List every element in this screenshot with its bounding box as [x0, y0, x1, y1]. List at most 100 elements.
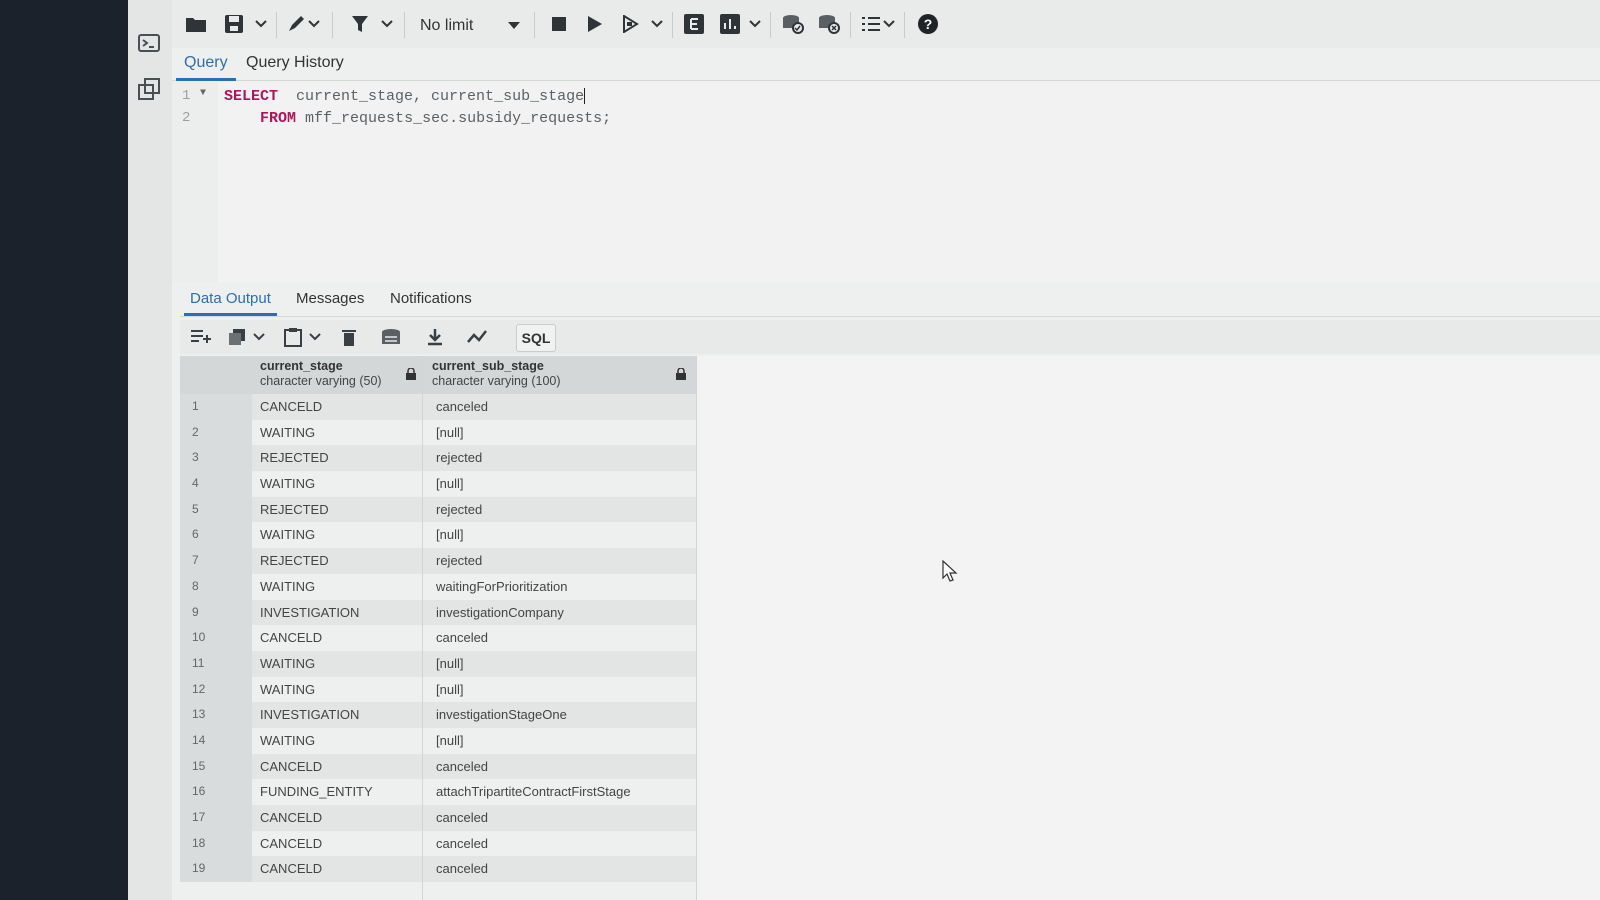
column-header-current-sub-stage[interactable]: current_sub_stage character varying (100…: [432, 356, 692, 394]
table-row[interactable]: 14 WAITING [null]: [180, 727, 696, 754]
tab-data-output[interactable]: Data Output: [184, 288, 277, 316]
cell-current-sub-stage[interactable]: rejected: [436, 548, 482, 574]
line-number: 1: [182, 88, 191, 104]
cell-current-stage[interactable]: REJECTED: [260, 497, 329, 523]
cell-current-sub-stage[interactable]: [null]: [436, 522, 463, 548]
folder-icon[interactable]: [182, 10, 210, 38]
chevron-down-icon[interactable]: [306, 324, 324, 350]
tab-query[interactable]: Query: [176, 52, 236, 81]
cell-current-sub-stage[interactable]: waitingForPrioritization: [436, 574, 568, 600]
cell-current-sub-stage[interactable]: [null]: [436, 728, 463, 754]
chevron-down-icon[interactable]: [648, 10, 666, 38]
table-row[interactable]: 9 INVESTIGATION investigationCompany: [180, 599, 696, 626]
cell-current-stage[interactable]: CANCELD: [260, 831, 322, 857]
table-row[interactable]: 7 REJECTED rejected: [180, 548, 696, 574]
cell-current-sub-stage[interactable]: canceled: [436, 754, 488, 780]
table-row[interactable]: 10 CANCELD canceled: [180, 625, 696, 651]
cell-current-sub-stage[interactable]: [null]: [436, 651, 463, 677]
rollback-icon[interactable]: [814, 10, 844, 38]
chevron-down-icon[interactable]: [252, 10, 270, 38]
cell-current-sub-stage[interactable]: canceled: [436, 805, 488, 831]
cell-current-stage[interactable]: WAITING: [260, 420, 315, 446]
table-row[interactable]: 11 WAITING [null]: [180, 650, 696, 677]
play-icon[interactable]: [582, 10, 608, 38]
cell-current-sub-stage[interactable]: investigationCompany: [436, 600, 564, 626]
table-row[interactable]: 2 WAITING [null]: [180, 419, 696, 446]
cell-current-sub-stage[interactable]: investigationStageOne: [436, 702, 567, 728]
table-row[interactable]: 1 CANCELD canceled: [180, 394, 696, 420]
commit-icon[interactable]: [778, 10, 808, 38]
sql-button[interactable]: SQL: [516, 324, 556, 352]
cell-current-stage[interactable]: WAITING: [260, 728, 315, 754]
help-icon[interactable]: ?: [914, 10, 942, 38]
table-row[interactable]: 18 CANCELD canceled: [180, 830, 696, 857]
table-row[interactable]: 12 WAITING [null]: [180, 676, 696, 703]
tab-notifications[interactable]: Notifications: [384, 288, 478, 313]
delete-icon[interactable]: [334, 324, 364, 350]
play-step-icon[interactable]: [618, 10, 644, 38]
table-row[interactable]: 15 CANCELD canceled: [180, 753, 696, 780]
copy-window-icon[interactable]: [136, 78, 162, 100]
graph-icon[interactable]: [462, 324, 492, 350]
cell-current-sub-stage[interactable]: [null]: [436, 677, 463, 703]
cell-current-stage[interactable]: FUNDING_ENTITY: [260, 779, 373, 805]
row-limit-select[interactable]: No limit: [420, 14, 520, 38]
fold-chevron-icon[interactable]: ▼: [200, 88, 206, 99]
explain-analyze-icon[interactable]: [716, 10, 744, 38]
cell-current-sub-stage[interactable]: attachTripartiteContractFirstStage: [436, 779, 631, 805]
cell-current-stage[interactable]: REJECTED: [260, 445, 329, 471]
table-row[interactable]: 6 WAITING [null]: [180, 522, 696, 549]
cell-current-sub-stage[interactable]: canceled: [436, 394, 488, 420]
cell-current-stage[interactable]: WAITING: [260, 574, 315, 600]
cell-current-sub-stage[interactable]: canceled: [436, 856, 488, 882]
cell-current-stage[interactable]: INVESTIGATION: [260, 600, 359, 626]
table-row[interactable]: 19 CANCELD canceled: [180, 856, 696, 883]
table-row[interactable]: 3 REJECTED rejected: [180, 445, 696, 472]
cell-current-sub-stage[interactable]: [null]: [436, 420, 463, 446]
macros-icon[interactable]: [858, 10, 898, 38]
cell-current-sub-stage[interactable]: rejected: [436, 497, 482, 523]
filter-icon[interactable]: [346, 10, 374, 38]
cell-current-stage[interactable]: WAITING: [260, 677, 315, 703]
tab-query-history[interactable]: Query History: [238, 52, 352, 78]
cell-current-stage[interactable]: CANCELD: [260, 754, 322, 780]
cell-current-stage[interactable]: CANCELD: [260, 805, 322, 831]
add-row-icon[interactable]: [186, 324, 216, 350]
table-row[interactable]: 4 WAITING [null]: [180, 471, 696, 497]
table-row[interactable]: 8 WAITING waitingForPrioritization: [180, 573, 696, 600]
chevron-down-icon[interactable]: [250, 324, 268, 350]
editor-tabs: Query Query History: [172, 48, 1600, 81]
cell-current-sub-stage[interactable]: rejected: [436, 445, 482, 471]
cell-current-sub-stage[interactable]: [null]: [436, 471, 463, 497]
copy-icon[interactable]: [222, 324, 252, 350]
explain-icon[interactable]: [680, 10, 708, 38]
cell-current-sub-stage[interactable]: canceled: [436, 625, 488, 651]
table-row[interactable]: 13 INVESTIGATION investigationStageOne: [180, 702, 696, 728]
chevron-down-icon[interactable]: [378, 10, 396, 38]
table-row[interactable]: 5 REJECTED rejected: [180, 496, 696, 523]
cell-current-stage[interactable]: REJECTED: [260, 548, 329, 574]
data-grid: current_stage character varying (50) cur…: [180, 356, 696, 883]
line-number: 2: [182, 110, 191, 126]
sql-editor[interactable]: 1 ▼ 2 SELECT current_stage, current_sub_…: [172, 82, 1600, 282]
save-data-icon[interactable]: [376, 324, 406, 350]
paste-icon[interactable]: [278, 324, 308, 350]
cell-current-stage[interactable]: CANCELD: [260, 625, 322, 651]
table-row[interactable]: 16 FUNDING_ENTITY attachTripartiteContract…: [180, 779, 696, 805]
cell-current-stage[interactable]: CANCELD: [260, 856, 322, 882]
pencil-icon[interactable]: [284, 10, 324, 38]
terminal-icon[interactable]: [136, 34, 162, 56]
cell-current-stage[interactable]: WAITING: [260, 471, 315, 497]
download-icon[interactable]: [420, 324, 450, 350]
table-row[interactable]: 17 CANCELD canceled: [180, 805, 696, 831]
cell-current-stage[interactable]: WAITING: [260, 651, 315, 677]
save-icon[interactable]: [220, 10, 248, 38]
cell-current-stage[interactable]: WAITING: [260, 522, 315, 548]
cell-current-sub-stage[interactable]: canceled: [436, 831, 488, 857]
chevron-down-icon[interactable]: [746, 10, 764, 38]
cell-current-stage[interactable]: INVESTIGATION: [260, 702, 359, 728]
tab-messages[interactable]: Messages: [290, 288, 370, 313]
cell-current-stage[interactable]: CANCELD: [260, 394, 322, 420]
row-number: 15: [180, 753, 252, 780]
stop-icon[interactable]: [546, 10, 572, 38]
